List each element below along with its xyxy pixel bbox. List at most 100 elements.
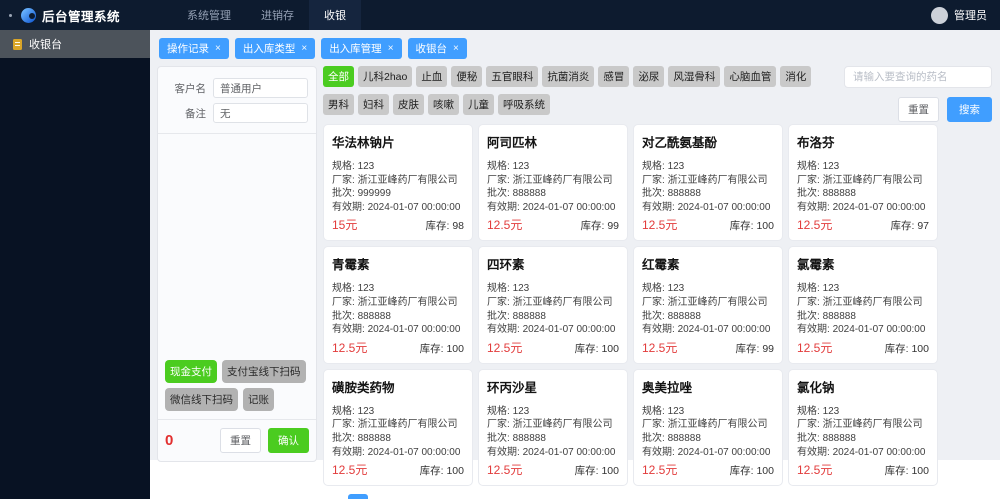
category-11[interactable]: 男科 xyxy=(323,94,354,115)
product-card[interactable]: 华法林钠片规格: 123厂家: 浙江亚峰药厂有限公司批次: 999999有效期:… xyxy=(323,124,473,241)
tab-1[interactable]: 出入库类型× xyxy=(235,38,315,59)
cart-reset-button[interactable]: 重置 xyxy=(220,428,261,453)
pay-method-0[interactable]: 现金支付 xyxy=(165,360,217,383)
product-spec: 规格: 123 xyxy=(642,282,774,296)
field-value: 100 xyxy=(756,220,774,232)
product-stock: 库存: 100 xyxy=(575,341,619,356)
field-value: 123 xyxy=(668,406,685,417)
category-10[interactable]: 消化 xyxy=(780,66,811,87)
product-expiry: 有效期: 2024-01-07 00:00:00 xyxy=(487,323,619,337)
field-value: 888888 xyxy=(823,311,856,322)
close-icon[interactable]: × xyxy=(453,44,459,54)
note-label: 备注 xyxy=(166,106,206,121)
field-value: 888888 xyxy=(668,188,701,199)
field-value: 123 xyxy=(358,406,375,417)
tab-3[interactable]: 收银台× xyxy=(408,38,467,59)
page-1[interactable]: 1 xyxy=(348,494,368,499)
pay-method-3[interactable]: 记账 xyxy=(243,388,274,411)
ellipsis-icon[interactable]: ••• xyxy=(498,494,518,499)
product-maker: 厂家: 浙江亚峰药厂有限公司 xyxy=(797,296,929,310)
field-value: 浙江亚峰药厂有限公司 xyxy=(823,297,923,308)
card-bottom: 12.5元库存: 100 xyxy=(642,216,774,233)
category-14[interactable]: 咳嗽 xyxy=(428,94,459,115)
category-16[interactable]: 呼吸系统 xyxy=(498,94,550,115)
page-5[interactable]: 5 xyxy=(448,494,468,499)
customer-input[interactable] xyxy=(213,78,308,98)
category-3[interactable]: 便秘 xyxy=(451,66,482,87)
product-card[interactable]: 布洛芬规格: 123厂家: 浙江亚峰药厂有限公司批次: 888888有效期: 2… xyxy=(788,124,938,241)
page-4[interactable]: 4 xyxy=(423,494,443,499)
category-9[interactable]: 心脑血管 xyxy=(724,66,776,87)
card-bottom: 15元库存: 98 xyxy=(332,216,464,233)
product-stock: 库存: 100 xyxy=(885,463,929,478)
pay-method-2[interactable]: 微信线下扫码 xyxy=(165,388,238,411)
catalog: 全部儿科2hao止血便秘五官眼科抗菌消炎感冒泌尿风湿骨科心脑血管消化男科妇科皮肤… xyxy=(323,66,992,499)
category-6[interactable]: 感冒 xyxy=(598,66,629,87)
category-2[interactable]: 止血 xyxy=(416,66,447,87)
product-card[interactable]: 阿司匹林规格: 123厂家: 浙江亚峰药厂有限公司批次: 888888有效期: … xyxy=(478,124,628,241)
category-8[interactable]: 风湿骨科 xyxy=(668,66,720,87)
search-reset-button[interactable]: 重置 xyxy=(898,97,939,122)
product-name: 青霉素 xyxy=(332,254,464,273)
product-card[interactable]: 对乙酰氨基酚规格: 123厂家: 浙江亚峰药厂有限公司批次: 888888有效期… xyxy=(633,124,783,241)
card-bottom: 12.5元库存: 99 xyxy=(487,216,619,233)
product-card[interactable]: 奥美拉唑规格: 123厂家: 浙江亚峰药厂有限公司批次: 888888有效期: … xyxy=(633,369,783,486)
field-label: 库存: xyxy=(885,465,909,477)
topbar-right: 管理员 xyxy=(931,0,1000,30)
product-card[interactable]: 青霉素规格: 123厂家: 浙江亚峰药厂有限公司批次: 888888有效期: 2… xyxy=(323,246,473,363)
drug-search-input[interactable] xyxy=(844,66,992,88)
tab-0[interactable]: 操作记录× xyxy=(159,38,229,59)
product-batch: 批次: 888888 xyxy=(332,432,464,446)
nav-item-2[interactable]: 收银 xyxy=(309,0,361,30)
product-card[interactable]: 四环素规格: 123厂家: 浙江亚峰药厂有限公司批次: 888888有效期: 2… xyxy=(478,246,628,363)
product-spec: 规格: 123 xyxy=(797,282,929,296)
product-card[interactable]: 红霉素规格: 123厂家: 浙江亚峰药厂有限公司批次: 888888有效期: 2… xyxy=(633,246,783,363)
category-1[interactable]: 儿科2hao xyxy=(358,66,412,87)
product-batch: 批次: 888888 xyxy=(487,310,619,324)
field-label: 规格: xyxy=(797,406,820,417)
chevron-right-icon[interactable]: › xyxy=(548,494,568,499)
product-spec: 规格: 123 xyxy=(487,282,619,296)
field-value: 123 xyxy=(358,283,375,294)
search-button[interactable]: 搜索 xyxy=(947,97,992,122)
category-13[interactable]: 皮肤 xyxy=(393,94,424,115)
note-input[interactable] xyxy=(213,103,308,123)
category-7[interactable]: 泌尿 xyxy=(633,66,664,87)
cart-confirm-button[interactable]: 确认 xyxy=(268,428,309,453)
category-15[interactable]: 儿童 xyxy=(463,94,494,115)
product-card[interactable]: 磺胺类药物规格: 123厂家: 浙江亚峰药厂有限公司批次: 888888有效期:… xyxy=(323,369,473,486)
close-icon[interactable]: × xyxy=(301,44,307,54)
close-icon[interactable]: × xyxy=(388,44,394,54)
product-name: 布洛芬 xyxy=(797,132,929,151)
product-card[interactable]: 环丙沙星规格: 123厂家: 浙江亚峰药厂有限公司批次: 888888有效期: … xyxy=(478,369,628,486)
product-price: 12.5元 xyxy=(487,461,522,478)
field-label: 规格: xyxy=(332,406,355,417)
category-0[interactable]: 全部 xyxy=(323,66,354,87)
product-batch: 批次: 888888 xyxy=(642,187,774,201)
sidebar-item-cashier[interactable]: 收银台 xyxy=(0,30,150,58)
avatar[interactable] xyxy=(931,7,948,24)
field-label: 库存: xyxy=(730,465,754,477)
field-label: 有效期: xyxy=(332,447,365,458)
chevron-left-icon[interactable]: ‹ xyxy=(323,494,343,499)
page-8[interactable]: 8 xyxy=(523,494,543,499)
product-card[interactable]: 氯霉素规格: 123厂家: 浙江亚峰药厂有限公司批次: 888888有效期: 2… xyxy=(788,246,938,363)
tab-2[interactable]: 出入库管理× xyxy=(321,38,401,59)
product-card[interactable]: 氯化钠规格: 123厂家: 浙江亚峰药厂有限公司批次: 888888有效期: 2… xyxy=(788,369,938,486)
page-6[interactable]: 6 xyxy=(473,494,493,499)
product-expiry: 有效期: 2024-01-07 00:00:00 xyxy=(487,201,619,215)
category-4[interactable]: 五官眼科 xyxy=(486,66,538,87)
pay-method-1[interactable]: 支付宝线下扫码 xyxy=(222,360,306,383)
field-label: 厂家: xyxy=(642,175,665,186)
nav-item-0[interactable]: 系统管理 xyxy=(172,0,246,30)
product-expiry: 有效期: 2024-01-07 00:00:00 xyxy=(332,201,464,215)
category-12[interactable]: 妇科 xyxy=(358,94,389,115)
nav-item-1[interactable]: 进销存 xyxy=(246,0,309,30)
page-3[interactable]: 3 xyxy=(398,494,418,499)
field-value: 2024-01-07 00:00:00 xyxy=(678,447,771,458)
field-label: 厂家: xyxy=(487,297,510,308)
field-value: 123 xyxy=(513,406,530,417)
category-5[interactable]: 抗菌消炎 xyxy=(542,66,594,87)
page-2[interactable]: 2 xyxy=(373,494,393,499)
close-icon[interactable]: × xyxy=(215,44,221,54)
